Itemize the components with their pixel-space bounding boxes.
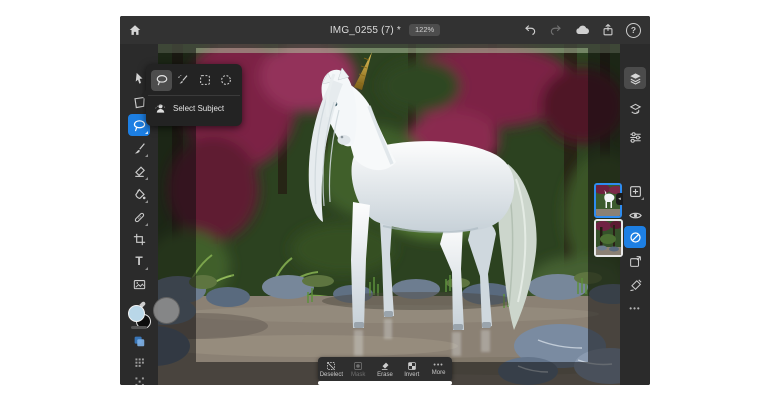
undo-button[interactable]	[521, 22, 538, 39]
popup-tool-rect-marquee[interactable]	[194, 70, 215, 91]
clear-eraser-icon	[628, 278, 643, 293]
invert-icon	[407, 361, 417, 371]
background-layer-preview	[596, 221, 621, 255]
invert-label: Invert	[404, 372, 419, 378]
popup-tool-ellipse-marquee[interactable]	[216, 70, 237, 91]
redo-button[interactable]	[547, 22, 564, 39]
tool-eraser[interactable]	[128, 160, 150, 182]
invert-button[interactable]: Invert	[399, 361, 424, 378]
eye-icon	[628, 208, 643, 223]
layer-properties-button[interactable]	[624, 98, 646, 120]
ellipse-marquee-icon	[219, 73, 233, 87]
mask-icon	[353, 361, 363, 371]
mask-button[interactable]: Mask	[346, 361, 371, 378]
erase-label: Erase	[377, 372, 393, 378]
layer-visibility-button[interactable]	[624, 204, 646, 226]
chevron-left-icon: ◂	[618, 197, 621, 202]
selection-action-bar: Deselect Mask Erase	[318, 357, 452, 381]
touch-shortcut-toggle[interactable]	[130, 332, 148, 350]
duplicate-icon	[628, 254, 643, 269]
zoom-level-badge[interactable]: 122%	[409, 24, 440, 36]
lasso-icon	[155, 73, 169, 87]
clear-layer-button[interactable]	[624, 274, 646, 296]
popup-pointer	[141, 90, 146, 100]
tool-crop[interactable]	[128, 228, 150, 250]
mask-disabled-icon	[628, 230, 643, 245]
top-bar-actions: ?	[521, 16, 646, 44]
erase-icon	[380, 361, 390, 371]
subtool-indicator	[145, 200, 148, 203]
subtool-indicator	[145, 177, 148, 180]
cloud-icon	[574, 22, 590, 38]
type-tool-icon: T	[135, 255, 142, 267]
adjustments-button[interactable]	[624, 126, 646, 148]
dot-grid-icon	[133, 375, 146, 386]
undo-icon	[523, 23, 537, 37]
subtool-indicator	[145, 267, 148, 270]
subtool-indicator	[145, 223, 148, 226]
place-image-tool-icon	[132, 277, 147, 292]
share-button[interactable]	[599, 22, 616, 39]
move-tool-icon	[132, 71, 147, 86]
ipad-home-indicator[interactable]	[318, 381, 452, 385]
add-layer-button[interactable]	[624, 180, 646, 202]
share-icon	[601, 23, 615, 37]
more-dots-icon: •••	[629, 305, 640, 313]
right-toolbar-more-button[interactable]: •••	[624, 298, 646, 320]
more-dots-icon: •••	[433, 362, 443, 369]
deselect-icon	[326, 361, 336, 371]
grid-settings-1[interactable]	[130, 353, 148, 371]
help-button[interactable]: ?	[625, 22, 642, 39]
erase-button[interactable]: Erase	[372, 361, 397, 378]
tool-fill[interactable]	[128, 183, 150, 205]
deselect-label: Deselect	[320, 372, 343, 378]
selection-tool-options	[146, 64, 242, 95]
tool-place-image[interactable]	[128, 273, 150, 295]
more-button[interactable]: ••• More	[426, 362, 451, 376]
grid-settings-2[interactable]	[130, 372, 148, 385]
layers-panel-button[interactable]	[624, 67, 646, 89]
top-bar: IMG_0255 (7) * 122%	[120, 16, 650, 44]
crop-tool-icon	[132, 232, 147, 247]
mask-label: Mask	[351, 372, 365, 378]
popup-tool-selection-brush[interactable]	[173, 70, 194, 91]
adjustments-sliders-icon	[628, 130, 643, 145]
selection-brush-icon	[176, 73, 190, 87]
subtool-indicator	[641, 197, 644, 200]
subtool-indicator	[145, 131, 148, 134]
cloud-sync-button[interactable]	[573, 22, 590, 39]
foreground-color-swatch[interactable]	[128, 305, 145, 322]
panel-drag-handle[interactable]	[131, 326, 147, 329]
tool-brush[interactable]	[128, 137, 150, 159]
tool-healing[interactable]	[128, 206, 150, 228]
more-label: More	[432, 370, 446, 376]
touch-shortcut-icon	[132, 334, 146, 348]
layer-thumbnail-background[interactable]	[594, 219, 623, 257]
duplicate-layer-button[interactable]	[624, 250, 646, 272]
deselect-button[interactable]: Deselect	[319, 361, 344, 378]
photoshop-ipad-window: IMG_0255 (7) * 122%	[120, 16, 650, 385]
tool-type[interactable]: T	[128, 250, 150, 272]
select-subject-icon	[154, 102, 167, 115]
layer-flyout-handle[interactable]: ◂	[616, 193, 623, 205]
dot-grid-icon	[133, 356, 146, 369]
redo-icon	[549, 23, 563, 37]
rect-marquee-icon	[198, 73, 212, 87]
touch-shortcut-circle[interactable]	[153, 297, 180, 324]
selection-tool-popup: Select Subject	[146, 64, 242, 126]
help-icon: ?	[626, 23, 641, 38]
select-subject-button[interactable]: Select Subject	[146, 96, 242, 121]
document-title: IMG_0255 (7) *	[330, 25, 401, 36]
subtool-indicator	[145, 154, 148, 157]
popup-tool-lasso[interactable]	[151, 70, 172, 91]
select-subject-label: Select Subject	[173, 104, 224, 113]
right-toolbar: •••	[620, 44, 650, 385]
mask-disabled-button[interactable]	[624, 226, 646, 248]
layer-properties-icon	[628, 102, 643, 117]
layers-icon	[628, 71, 643, 86]
desktop-background: IMG_0255 (7) * 122%	[0, 0, 770, 400]
